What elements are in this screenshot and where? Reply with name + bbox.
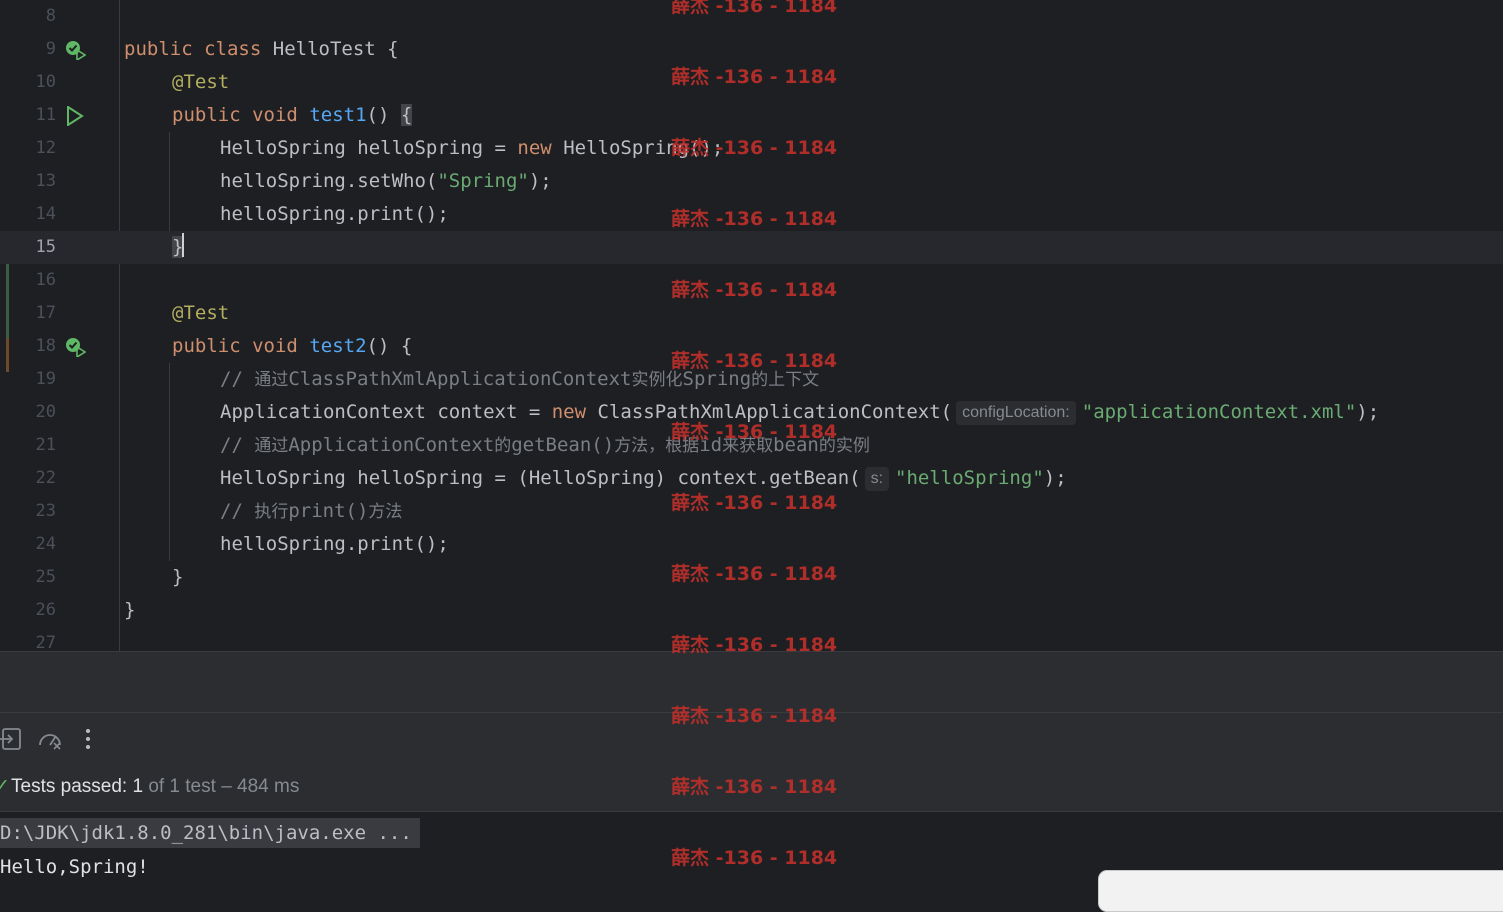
- code-line[interactable]: 25 }: [0, 561, 1503, 594]
- code-line[interactable]: 19 // 通过ClassPathXmlApplicationContext实例…: [0, 363, 1503, 396]
- code-text: helloSpring.print();: [220, 533, 449, 555]
- line-number: 8: [45, 6, 56, 26]
- code-line[interactable]: 13 helloSpring.setWho("Spring");: [0, 165, 1503, 198]
- code-comment: // 通过ApplicationContext的getBean()方法，根据id…: [220, 434, 870, 456]
- line-number: 12: [35, 138, 56, 158]
- run-command-line[interactable]: D:\JDK\jdk1.8.0_281\bin\java.exe ...: [0, 818, 420, 848]
- code-line[interactable]: 22 HelloSpring helloSpring = (HelloSprin…: [0, 462, 1503, 495]
- code-line-current[interactable]: 15 }: [0, 231, 1503, 264]
- test-status: ✓ Tests passed: 1 of 1 test – 484 ms: [0, 765, 1503, 811]
- code-line[interactable]: 26 }: [0, 594, 1503, 627]
- line-number: 14: [35, 204, 56, 224]
- line-number: 23: [35, 501, 56, 521]
- console-output-text: Hello,Spring!: [0, 856, 149, 878]
- code-editor[interactable]: 8 9 public class HelloTest { 10 @Test 11…: [0, 0, 1503, 651]
- tests-passed-count: 1: [132, 776, 144, 797]
- code-line[interactable]: 21 // 通过ApplicationContext的getBean()方法，根…: [0, 429, 1503, 462]
- code-text: }: [172, 566, 184, 588]
- line-number: 18: [35, 336, 56, 356]
- tests-total: of 1 test: [148, 776, 216, 797]
- code-line[interactable]: 23 // 执行print()方法: [0, 495, 1503, 528]
- check-icon: ✓: [0, 776, 10, 797]
- parameter-hint: configLocation:: [956, 401, 1076, 425]
- code-line[interactable]: 16: [0, 264, 1503, 297]
- code-text: }: [124, 599, 136, 621]
- run-test-icon[interactable]: [64, 105, 86, 127]
- line-number: 22: [35, 468, 56, 488]
- line-number: 21: [35, 435, 56, 455]
- matched-brace: {: [400, 104, 413, 126]
- notification-popup[interactable]: [1098, 870, 1503, 912]
- code-comment: // 执行print()方法: [220, 500, 403, 522]
- code-text: public void test1() {: [172, 104, 413, 126]
- line-number: 27: [35, 633, 56, 651]
- code-text: helloSpring.setWho("Spring");: [220, 170, 552, 192]
- code-line[interactable]: 24 helloSpring.print();: [0, 528, 1503, 561]
- text-caret: [182, 233, 185, 257]
- code-line[interactable]: 18 public void test2() {: [0, 330, 1503, 363]
- code-line[interactable]: 9 public class HelloTest {: [0, 33, 1503, 66]
- tests-passed-label: Tests passed:: [11, 776, 128, 797]
- parameter-hint: s:: [864, 467, 890, 491]
- line-number: 26: [35, 600, 56, 620]
- line-number: 24: [35, 534, 56, 554]
- tests-duration: – 484 ms: [221, 776, 300, 797]
- code-text: helloSpring.print();: [220, 203, 449, 225]
- code-line[interactable]: 27: [0, 627, 1503, 651]
- line-number: 15: [35, 237, 56, 257]
- code-line[interactable]: 11 public void test1() {: [0, 99, 1503, 132]
- code-line[interactable]: 14 helloSpring.print();: [0, 198, 1503, 231]
- line-number: 9: [45, 39, 56, 59]
- run-tool-window-header: [0, 651, 1503, 713]
- code-text: @Test: [172, 302, 230, 324]
- run-toolbar: [0, 712, 1503, 766]
- code-text: ApplicationContext context = new ClassPa…: [220, 401, 1380, 425]
- code-text: public void test2() {: [172, 335, 413, 357]
- code-text: HelloSpring helloSpring = (HelloSpring) …: [220, 467, 1067, 491]
- line-number: 25: [35, 567, 56, 587]
- line-number: 16: [35, 270, 56, 290]
- code-line[interactable]: 20 ApplicationContext context = new Clas…: [0, 396, 1503, 429]
- code-text: @Test: [172, 71, 230, 93]
- line-number: 20: [35, 402, 56, 422]
- line-number: 13: [35, 171, 56, 191]
- indent-guide: [169, 363, 170, 561]
- code-line[interactable]: 10 @Test: [0, 66, 1503, 99]
- code-text: HelloSpring helloSpring = new HelloSprin…: [220, 137, 724, 159]
- speed-gauge-icon[interactable]: [36, 725, 64, 753]
- line-number: 11: [35, 105, 56, 125]
- line-number: 19: [35, 369, 56, 389]
- code-line[interactable]: 17 @Test: [0, 297, 1503, 330]
- more-vertical-icon[interactable]: [74, 725, 102, 753]
- code-text: }: [172, 231, 185, 264]
- export-icon[interactable]: [0, 725, 28, 753]
- code-line[interactable]: 12 HelloSpring helloSpring = new HelloSp…: [0, 132, 1503, 165]
- code-line[interactable]: 8: [0, 0, 1503, 33]
- code-comment: // 通过ClassPathXmlApplicationContext实例化Sp…: [220, 368, 820, 390]
- line-number: 10: [35, 72, 56, 92]
- run-tests-passed-icon[interactable]: [64, 40, 87, 62]
- run-test-passed-icon[interactable]: [64, 337, 87, 359]
- indent-guide: [169, 132, 170, 231]
- code-text: public class HelloTest {: [124, 38, 399, 60]
- line-number: 17: [35, 303, 56, 323]
